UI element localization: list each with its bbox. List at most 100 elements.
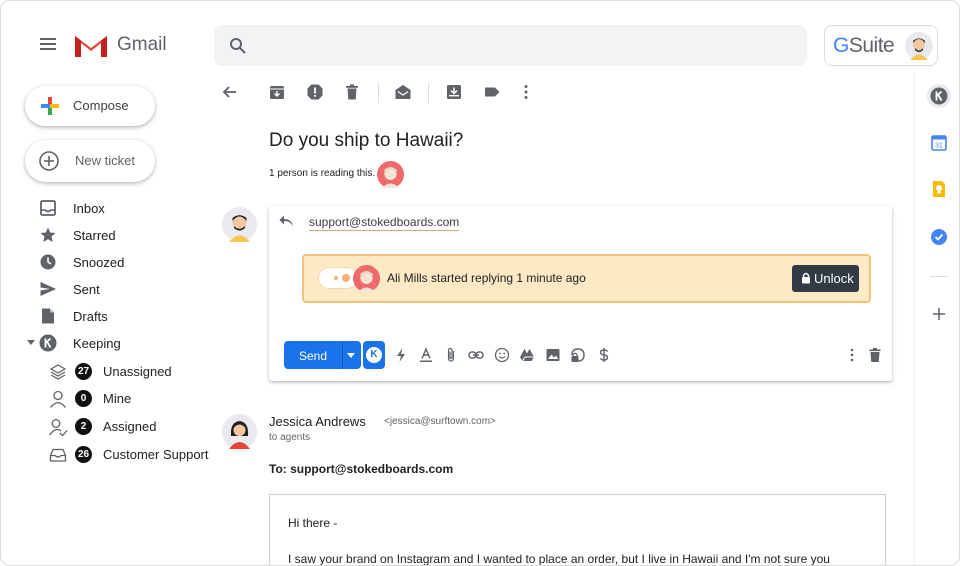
main-menu-icon[interactable] — [38, 35, 58, 55]
sidebar-item-mine[interactable]: 0 Mine — [1, 385, 211, 412]
unread-count-badge: 0 — [75, 390, 92, 407]
gmail-logo-icon[interactable] — [73, 31, 109, 59]
unlock-label: Unlock — [814, 271, 854, 286]
collision-lock-banner: Ali Mills started replying 1 minute ago … — [302, 254, 871, 303]
keeping-k-icon: K — [366, 347, 382, 363]
more-vert-icon[interactable] — [844, 347, 860, 363]
send-button[interactable]: Send — [284, 341, 361, 369]
toolbar-divider — [378, 83, 379, 103]
new-ticket-label: New ticket — [75, 153, 135, 168]
unread-count-badge: 2 — [75, 418, 92, 435]
reply-icon[interactable] — [279, 214, 295, 230]
sidebar-item-label: Mine — [103, 391, 132, 406]
photo-icon[interactable] — [545, 347, 561, 363]
svg-text:31: 31 — [935, 143, 943, 150]
unread-count-badge: 26 — [75, 446, 92, 463]
app-brand: Gmail — [117, 34, 167, 55]
discard-draft-icon[interactable] — [867, 347, 883, 363]
replier-avatar — [353, 265, 380, 292]
user-avatar[interactable] — [222, 207, 257, 242]
sidebar-item-label: Drafts — [73, 309, 108, 324]
sidebar-item-label: Starred — [73, 228, 116, 243]
lock-message: Ali Mills started replying 1 minute ago — [387, 271, 586, 285]
confidential-mode-icon[interactable] — [570, 347, 586, 363]
sidebar-item-assigned[interactable]: 2 Assigned — [1, 413, 211, 440]
label-icon[interactable] — [483, 83, 501, 101]
sidebar-item-label: Assigned — [103, 419, 157, 434]
move-to-icon[interactable] — [445, 83, 463, 101]
compose-label: Compose — [73, 98, 129, 113]
chevron-down-icon[interactable] — [27, 340, 35, 346]
sidebar-item-label: Inbox — [73, 201, 105, 216]
sidebar-item-label: Keeping — [73, 336, 121, 351]
layers-icon — [49, 364, 67, 380]
link-icon[interactable] — [468, 347, 484, 363]
inbox-icon — [40, 200, 56, 216]
sidebar-item-snoozed[interactable]: Snoozed — [1, 249, 211, 276]
tray-icon — [49, 448, 67, 462]
search-icon[interactable] — [229, 37, 247, 55]
send-label: Send — [299, 349, 328, 363]
sidebar-item-keeping[interactable]: Keeping — [1, 330, 211, 357]
delete-icon[interactable] — [343, 83, 361, 101]
keeping-logo-icon — [39, 334, 57, 352]
person-icon — [49, 390, 67, 408]
recipient-summary[interactable]: to agents — [269, 432, 310, 443]
mark-unread-icon[interactable] — [394, 83, 412, 101]
search-bar[interactable] — [214, 25, 807, 66]
keeping-button[interactable]: K — [363, 341, 385, 369]
sidebar-item-customer-support[interactable]: 26 Customer Support — [1, 441, 211, 468]
keeping-addon-icon[interactable] — [927, 84, 951, 108]
sidebar-item-drafts[interactable]: Drafts — [1, 303, 211, 330]
star-icon — [40, 227, 56, 242]
text-format-icon[interactable] — [418, 347, 434, 363]
sidebar-item-label: Unassigned — [103, 364, 172, 379]
unlock-button[interactable]: Unlock — [792, 265, 859, 292]
more-vert-icon[interactable] — [517, 83, 535, 101]
add-addon-icon[interactable] — [928, 303, 950, 325]
reader-avatar[interactable] — [377, 161, 404, 188]
sidebar-item-sent[interactable]: Sent — [1, 276, 211, 303]
tasks-icon[interactable] — [928, 226, 950, 248]
sidebar-item-inbox[interactable]: Inbox — [1, 195, 211, 222]
add-circle-icon — [39, 151, 59, 171]
dollar-icon[interactable] — [596, 347, 612, 363]
sidebar-item-label: Sent — [73, 282, 100, 297]
sidebar-item-starred[interactable]: Starred — [1, 222, 211, 249]
emoji-icon[interactable] — [494, 347, 510, 363]
readers-indicator: 1 person is reading this. — [269, 168, 376, 179]
sender-email: <jessica@surftown.com> — [384, 416, 496, 427]
back-arrow-icon[interactable] — [221, 83, 239, 101]
account-avatar[interactable] — [905, 32, 933, 60]
calendar-icon[interactable]: 31 — [928, 132, 950, 154]
reply-composer[interactable]: support@stokedboards.com Ali Mills start… — [269, 206, 892, 381]
gsuite-account[interactable]: GSuite — [824, 25, 938, 66]
person-check-icon — [48, 419, 68, 437]
drive-icon[interactable] — [519, 347, 535, 363]
clock-icon — [40, 254, 56, 270]
gsuite-logo: GSuite — [833, 34, 895, 57]
sidebar-item-unassigned[interactable]: 27 Unassigned — [1, 358, 211, 385]
lock-icon — [802, 272, 810, 284]
lightning-icon[interactable] — [393, 347, 409, 363]
rail-divider — [930, 276, 948, 277]
keep-icon[interactable] — [928, 178, 950, 200]
send-options-caret-icon[interactable] — [347, 353, 355, 358]
recipient-field[interactable]: support@stokedboards.com — [309, 215, 460, 231]
sender-name[interactable]: Jessica Andrews — [269, 414, 366, 429]
draft-icon — [42, 308, 54, 324]
report-spam-icon[interactable] — [306, 83, 324, 101]
lock-toggle[interactable] — [318, 267, 358, 289]
attach-icon[interactable] — [443, 347, 459, 363]
compose-button[interactable]: Compose — [25, 86, 155, 126]
side-panel-rail: 31 — [914, 71, 959, 565]
unread-count-badge: 27 — [75, 363, 92, 380]
to-support-line: To: support@stokedboards.com — [269, 462, 454, 476]
sender-avatar[interactable] — [222, 414, 257, 449]
message-text: I saw your brand on Instagram and I want… — [288, 552, 830, 566]
toolbar-divider — [428, 83, 429, 103]
new-ticket-button[interactable]: New ticket — [25, 140, 155, 182]
archive-icon[interactable] — [268, 83, 286, 101]
message-greeting: Hi there - — [288, 516, 338, 530]
plus-icon — [41, 97, 59, 115]
